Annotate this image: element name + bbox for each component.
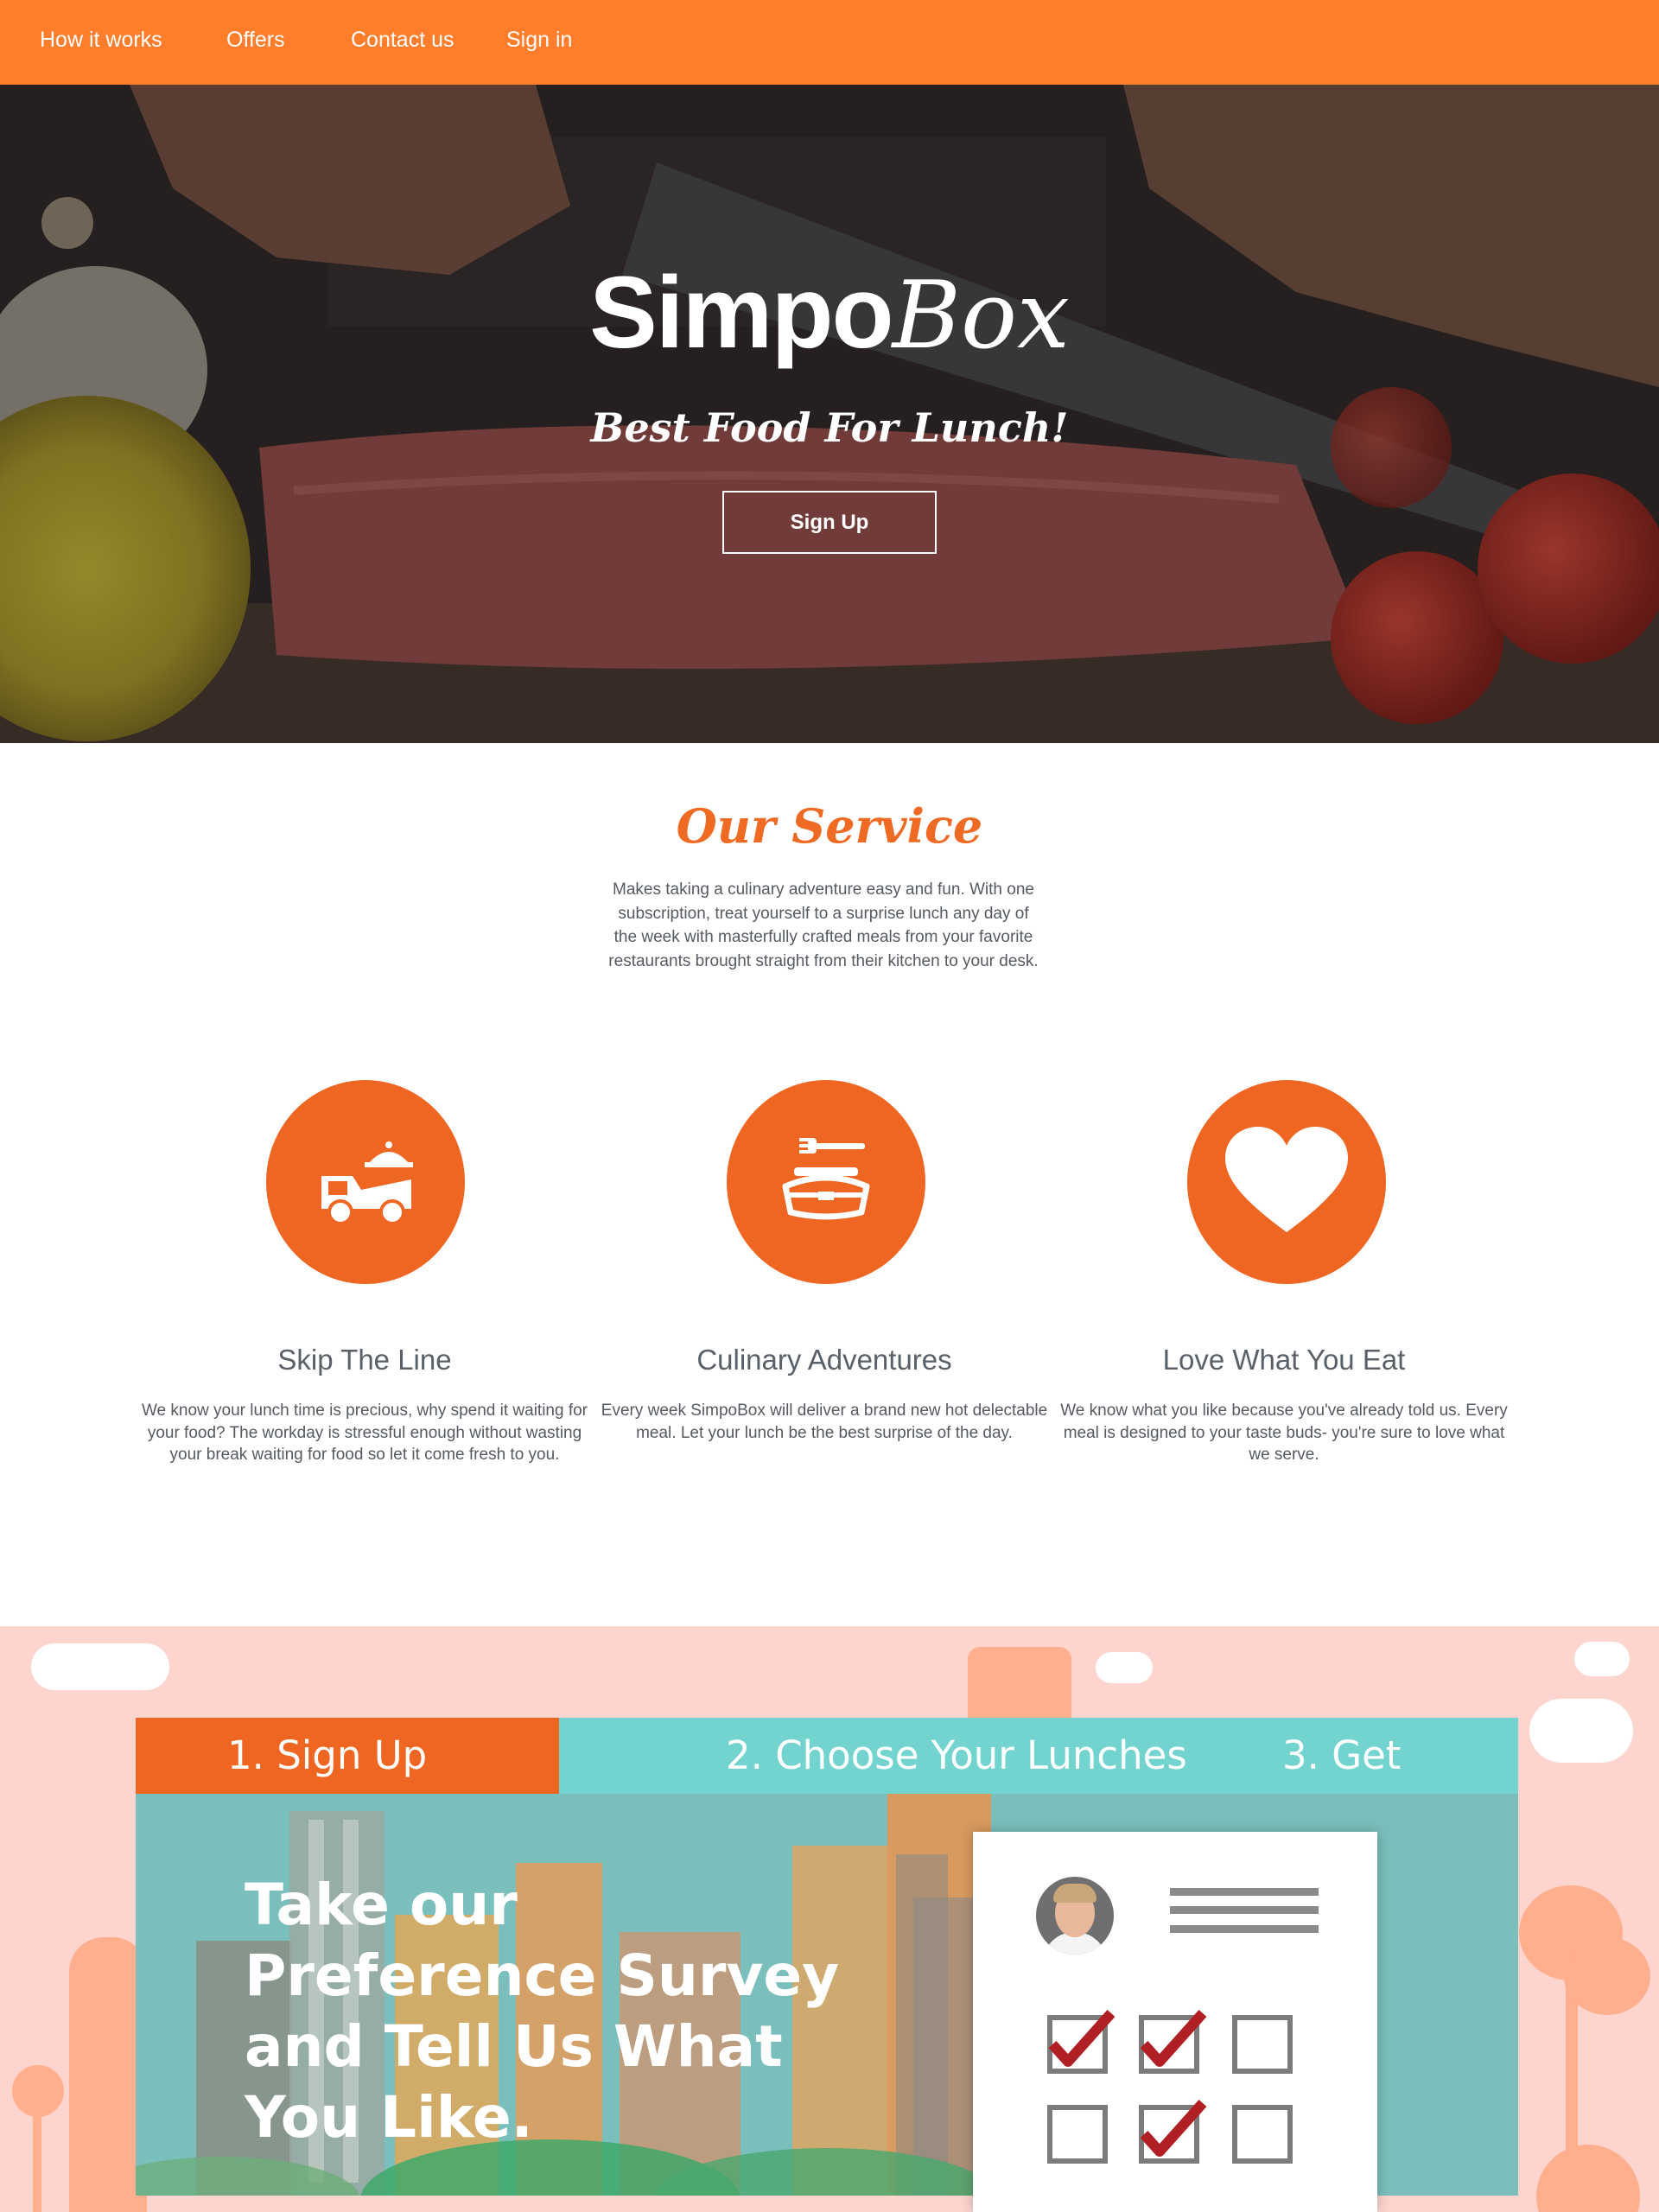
service-description: Makes taking a culinary adventure easy a… — [608, 880, 1039, 970]
top-nav: How it works Offers Contact us Sign in — [0, 0, 1659, 85]
step-tabs: 1. Sign Up 2. Choose Your Lunches 3. Get… — [136, 1718, 1518, 1854]
nav-sign-in[interactable]: Sign in — [506, 28, 572, 53]
survey-checkbox — [1232, 2015, 1293, 2074]
survey-checkbox — [1047, 2010, 1115, 2074]
avatar — [1036, 1877, 1114, 1955]
heart-icon — [1187, 1080, 1386, 1284]
hero-tagline: Best Food For Lunch! — [590, 404, 1069, 451]
feature-text: Every week SimpoBox will deliver a brand… — [601, 1402, 1048, 1442]
feature-love-what-you-eat: Love What You Eat We know what you like … — [1059, 1080, 1509, 1512]
survey-checkbox — [1139, 2100, 1206, 2164]
tree-decoration — [33, 2101, 41, 2212]
cloud-decoration — [1529, 1699, 1633, 1763]
feature-title: Love What You Eat — [1162, 1344, 1406, 1376]
survey-card-illustration — [973, 1832, 1377, 2212]
survey-headline: Take our Preference Survey and Tell Us W… — [245, 1872, 840, 2151]
checkmark-icon — [1141, 2010, 1206, 2067]
brand-logo: SimpoBox — [589, 256, 1070, 370]
nav-how-it-works[interactable]: How it works — [40, 28, 162, 53]
service-title: Our Service — [676, 798, 983, 854]
cloud-decoration — [1574, 1642, 1630, 1676]
text-line-decoration — [1170, 1925, 1319, 1933]
delivery-truck-icon — [266, 1080, 465, 1284]
tab-choose-lunches[interactable]: 2. Choose Your Lunches — [726, 1718, 1187, 1794]
survey-checkbox — [1232, 2105, 1293, 2164]
nav-offers[interactable]: Offers — [226, 28, 285, 53]
tab-group: 2. Choose Your Lunches 3. Get Lunch — [559, 1718, 1518, 1854]
feature-title: Culinary Adventures — [696, 1344, 952, 1376]
text-line-decoration — [1170, 1906, 1319, 1914]
lunchbox-fork-icon — [727, 1080, 925, 1284]
tree-decoration — [12, 2065, 64, 2117]
survey-checkbox — [1047, 2105, 1108, 2164]
nav-contact-us[interactable]: Contact us — [351, 28, 454, 53]
feature-title: Skip The Line — [277, 1344, 452, 1376]
tab-sign-up[interactable]: 1. Sign Up — [136, 1718, 559, 1794]
feature-text: We know your lunch time is precious, why… — [141, 1402, 588, 1464]
survey-checkbox — [1139, 2010, 1206, 2074]
tree-decoration — [1564, 1937, 1650, 2015]
feature-skip-the-line: Skip The Line We know your lunch time is… — [140, 1080, 589, 1512]
cloud-decoration — [31, 1643, 169, 1690]
hero-signup-button[interactable]: Sign Up — [722, 491, 937, 554]
checkmark-icon — [1049, 2010, 1115, 2067]
cloud-decoration — [1096, 1652, 1153, 1683]
tree-decoration — [1536, 2145, 1640, 2212]
feature-text: We know what you like because you've alr… — [1060, 1402, 1508, 1464]
checkmark-icon — [1141, 2100, 1206, 2157]
text-line-decoration — [1170, 1888, 1319, 1896]
hero-banner: SimpoBox Best Food For Lunch! Sign Up — [0, 85, 1659, 743]
feature-culinary-adventures: Culinary Adventures Every week SimpoBox … — [600, 1080, 1049, 1512]
